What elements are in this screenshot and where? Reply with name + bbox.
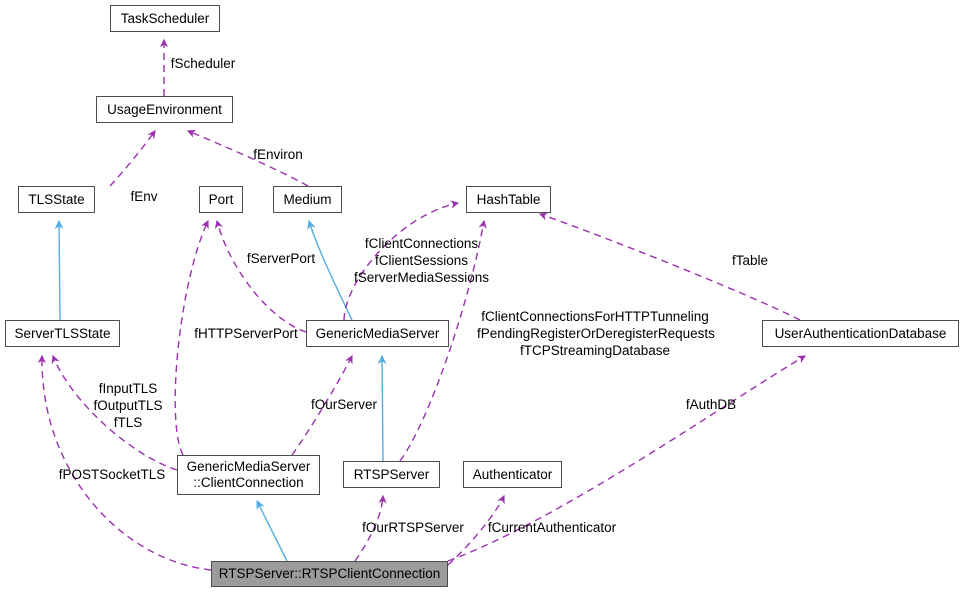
uml-node-tlsstate[interactable]: TLSState xyxy=(18,186,95,213)
edge-label-fenv: fEnv xyxy=(125,188,163,205)
edge-servertlsstate-to-tlsstate xyxy=(54,219,64,321)
uml-node-rtsp-clientconn[interactable]: RTSPServer::RTSPClientConnection xyxy=(211,561,448,587)
uml-node-label: Port xyxy=(208,191,234,207)
edge-label-fourserver: fOurServer xyxy=(306,396,382,413)
uml-node-rtspserver[interactable]: RTSPServer xyxy=(343,461,440,488)
edge-label-line: fPendingRegisterOrDeregisterRequests xyxy=(477,326,715,341)
edge-label-line: fServerPort xyxy=(246,251,316,266)
uml-node-label: TLSState xyxy=(28,191,85,207)
edge-gms-to-medium xyxy=(307,219,353,321)
edge-label-line: fEnv xyxy=(130,189,158,204)
edge-label-line: fHTTPServerPort xyxy=(194,326,298,341)
uml-node-authenticator[interactable]: Authenticator xyxy=(463,461,562,488)
edge-gms-to-port-serverport xyxy=(214,219,307,333)
uml-node-label: Authenticator xyxy=(472,466,553,482)
edge-label-line: fAuthDB xyxy=(685,397,737,412)
uml-node-genericmediaserver[interactable]: GenericMediaServer xyxy=(306,320,449,347)
edge-label-line: fTCPStreamingDatabase xyxy=(519,343,671,358)
edge-label-line: fServerMediaSessions xyxy=(353,270,490,285)
edge-label-fourrtspserver: fOurRTSPServer xyxy=(358,519,468,536)
uml-node-label: Medium xyxy=(283,191,332,207)
edge-label-ftlsgroup: fInputTLS fOutputTLS fTLS xyxy=(89,380,167,431)
edge-label-ftable: fTable xyxy=(727,252,773,269)
edge-label-fcurrentauth: fCurrentAuthenticator xyxy=(487,519,617,536)
edge-label-line: fEnviron xyxy=(253,147,303,162)
edge-label-ftunnelgroup: fClientConnectionsForHTTPTunneling fPendi… xyxy=(477,308,715,359)
edge-layer xyxy=(37,38,807,571)
uml-collaboration-diagram: TaskScheduler UsageEnvironment TLSState Por… xyxy=(0,0,962,592)
uml-node-usageenvironment[interactable]: UsageEnvironment xyxy=(96,96,233,123)
edge-label-line: fOurServer xyxy=(310,397,378,412)
edge-label-fscheduler: fScheduler xyxy=(158,55,248,72)
edge-label-line: fClientSessions xyxy=(374,253,469,268)
edge-label-fenviron: fEnviron xyxy=(243,146,313,163)
edge-tlsstate-to-usageenv xyxy=(109,130,156,187)
uml-node-label: RTSPServer xyxy=(353,466,430,482)
uml-node-label: TaskScheduler xyxy=(120,10,210,26)
uml-node-label: HashTable xyxy=(476,191,541,207)
edge-label-fserverport: fServerPort xyxy=(237,250,325,267)
edge-label-line: fScheduler xyxy=(170,56,236,71)
uml-node-label: ::ClientConnection xyxy=(193,475,304,490)
uml-node-gms-clientconn[interactable]: GenericMediaServer::ClientConnection xyxy=(177,455,320,495)
edge-label-line: fInputTLS xyxy=(98,381,158,396)
edge-label-line: fClientConnectionsForHTTPTunneling xyxy=(481,309,709,324)
edge-label-line: fTLS xyxy=(113,415,143,430)
edge-label-fpostsockettls: fPOSTSocketTLS xyxy=(57,466,167,483)
edge-label-line: fTable xyxy=(731,253,769,268)
edge-label-line: fPOSTSocketTLS xyxy=(58,467,166,482)
uml-node-medium[interactable]: Medium xyxy=(273,186,342,213)
uml-node-hashtable[interactable]: HashTable xyxy=(466,186,551,213)
uml-node-userauthdb[interactable]: UserAuthenticationDatabase xyxy=(762,320,959,347)
uml-node-taskscheduler[interactable]: TaskScheduler xyxy=(110,5,220,32)
uml-node-label: UsageEnvironment xyxy=(107,101,222,117)
uml-node-label: GenericMediaServer xyxy=(186,459,311,474)
uml-node-label: GenericMediaServer xyxy=(315,325,440,341)
edge-label-fhttpserverport: fHTTPServerPort xyxy=(187,325,305,342)
edge-label-fclientgroup: fClientConnections fClientSessions fServer… xyxy=(352,235,491,286)
uml-node-servertlsstate[interactable]: ServerTLSState xyxy=(5,320,120,347)
edge-label-line: fClientConnections xyxy=(364,236,479,251)
edge-label-line: fOurRTSPServer xyxy=(362,520,464,535)
edge-rtspclient-to-gmsclient xyxy=(256,499,288,562)
uml-node-port[interactable]: Port xyxy=(199,186,243,213)
edge-label-line: fCurrentAuthenticator xyxy=(487,520,617,535)
uml-node-label: ServerTLSState xyxy=(14,325,111,341)
uml-node-label: UserAuthenticationDatabase xyxy=(774,325,947,341)
edge-label-line: fOutputTLS xyxy=(93,398,163,413)
edge-rtspserver-to-gms xyxy=(377,354,387,462)
edge-label-fauthdb: fAuthDB xyxy=(684,396,738,413)
uml-node-label: RTSPServer::RTSPClientConnection xyxy=(218,566,441,581)
